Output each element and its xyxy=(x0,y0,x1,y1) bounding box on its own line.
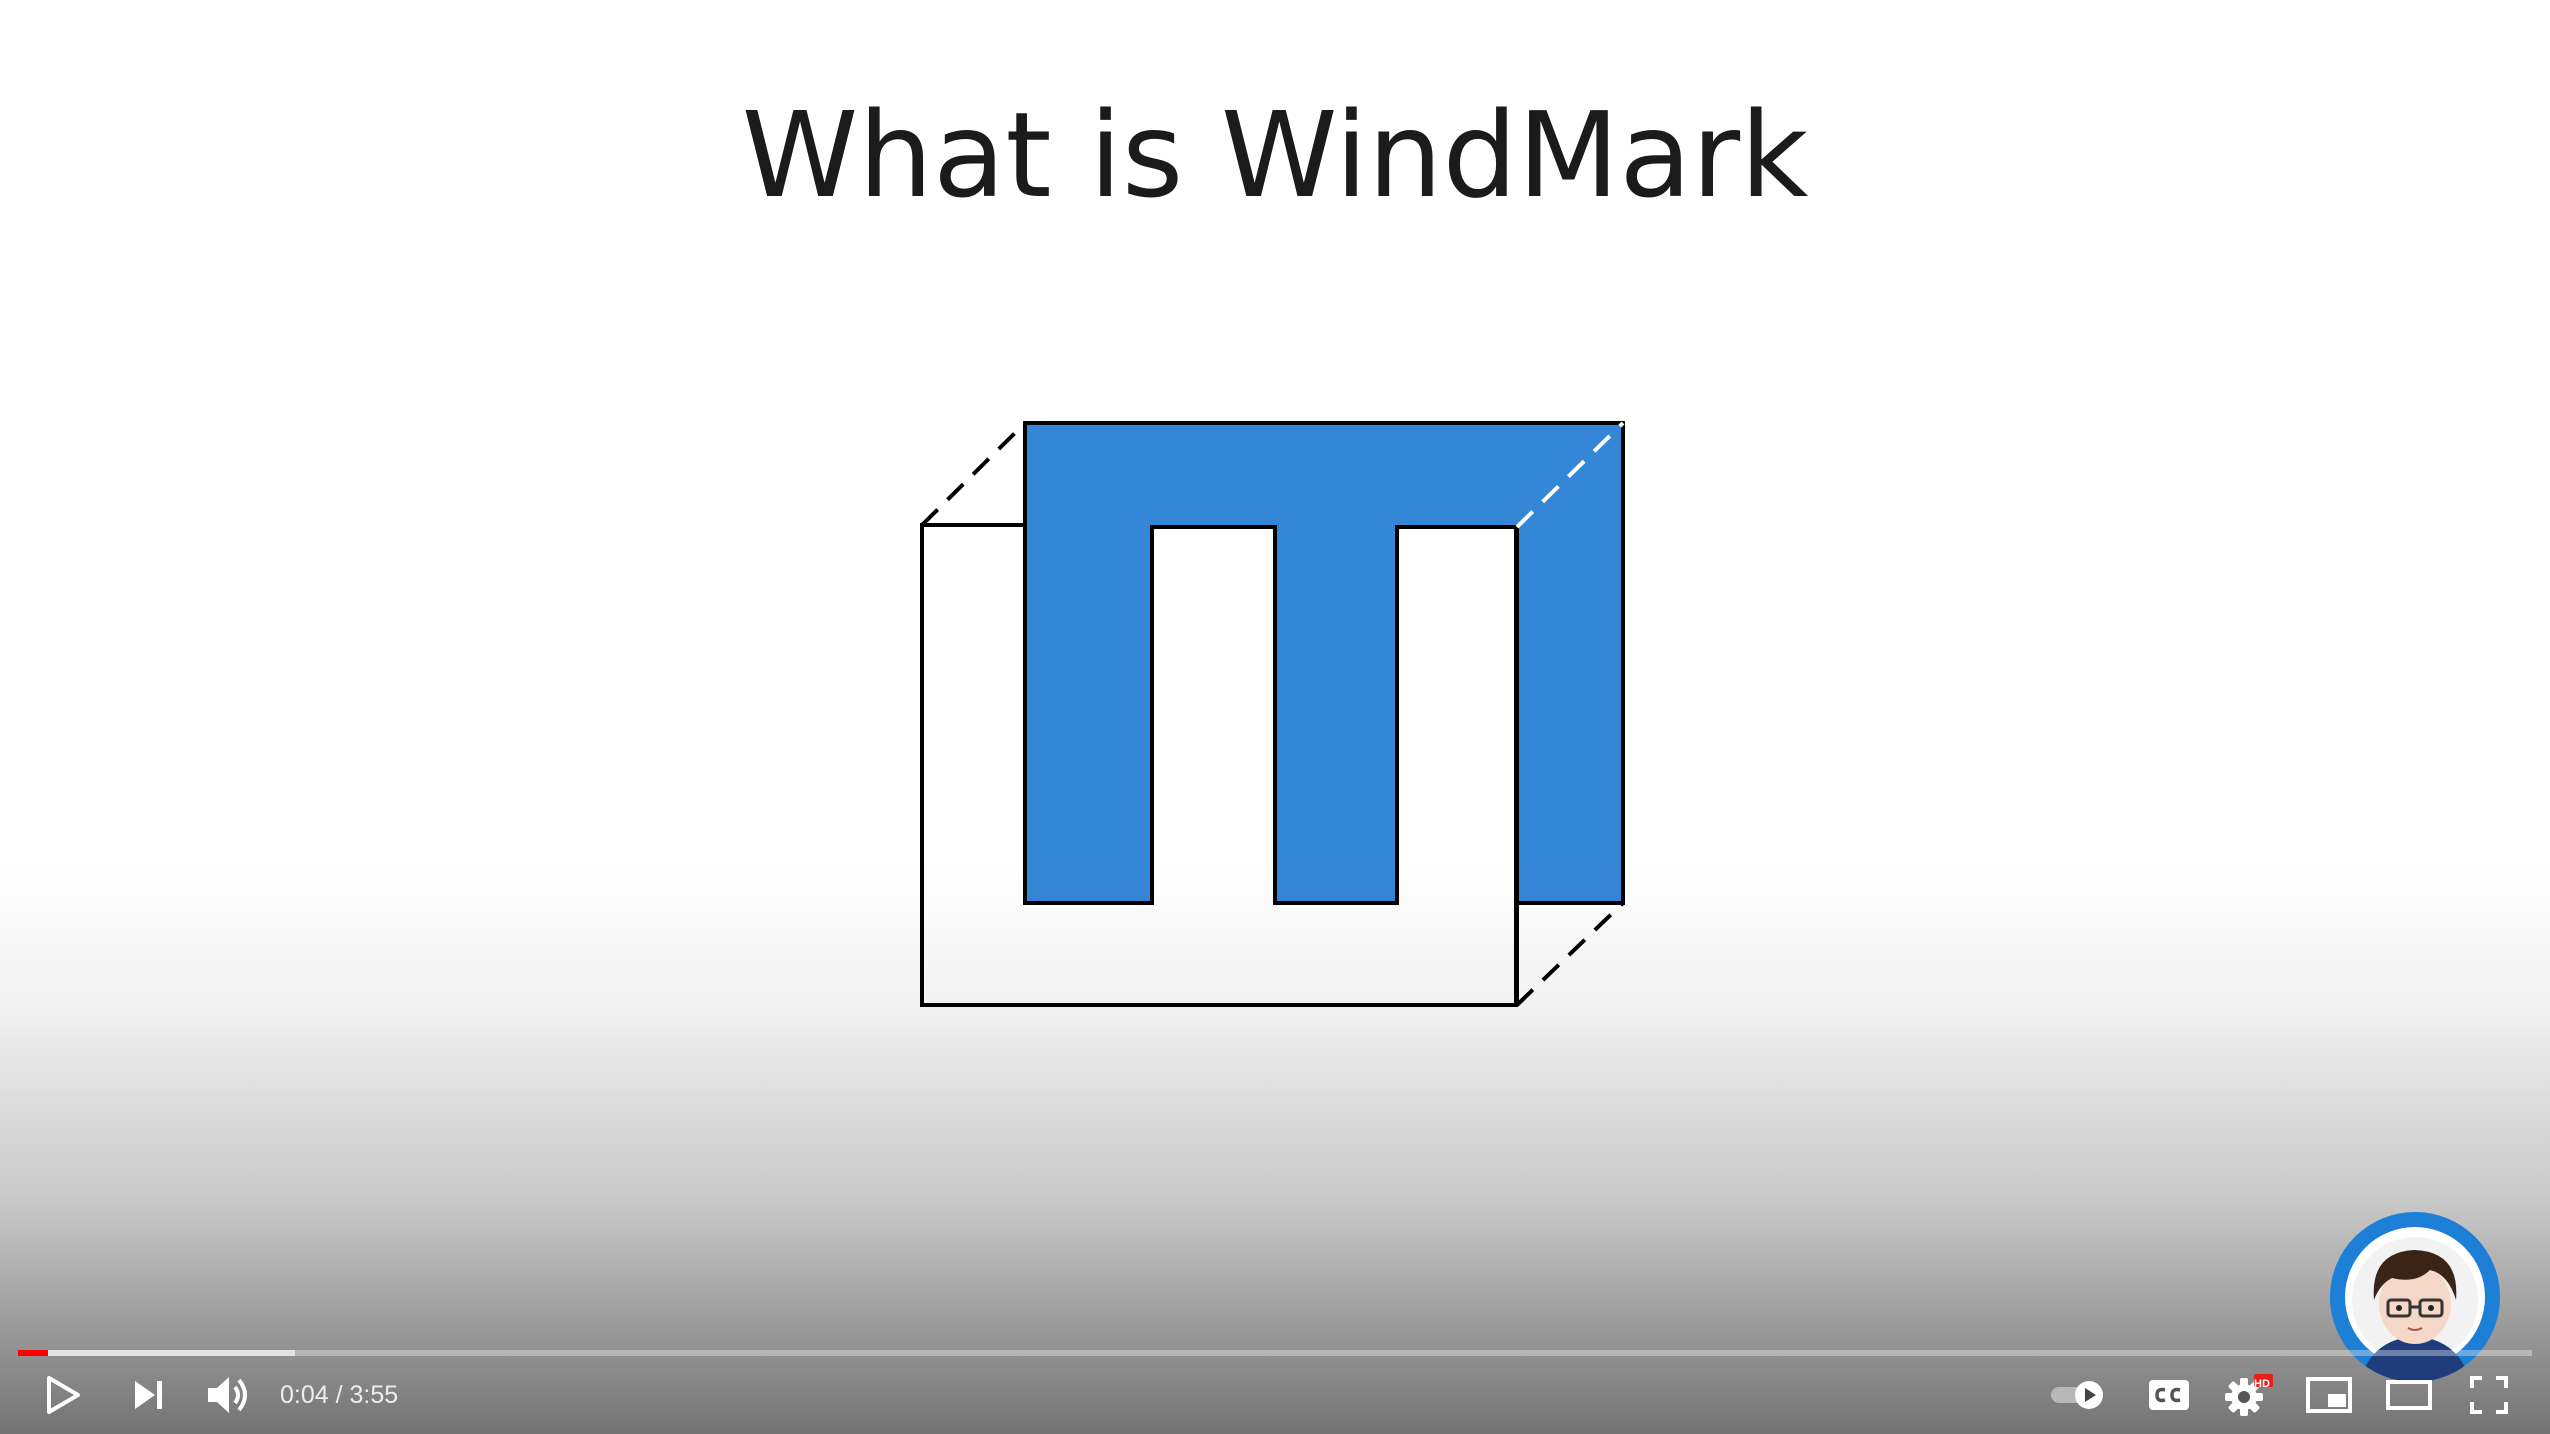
time-separator: / xyxy=(328,1380,350,1409)
duration: 3:55 xyxy=(349,1380,399,1409)
slide-title: What is WindMark xyxy=(741,86,1809,224)
fullscreen-button[interactable] xyxy=(2456,1356,2522,1434)
subtitles-button[interactable] xyxy=(2136,1356,2202,1434)
player-controls: 0:04 / 3:55 HD xyxy=(0,1356,2550,1434)
volume-button[interactable] xyxy=(196,1356,262,1434)
theater-mode-icon xyxy=(2386,1380,2432,1410)
time-display: 0:04 / 3:55 xyxy=(280,1356,398,1434)
miniplayer-button[interactable] xyxy=(2296,1356,2362,1434)
video-frame[interactable]: What is WindMark xyxy=(0,0,2550,1434)
video-player[interactable]: What is WindMark 0:04 / 3:55 HD xyxy=(0,0,2550,1434)
logo-depth-edge xyxy=(1515,901,1625,1007)
hd-badge: HD xyxy=(2254,1378,2270,1390)
settings-button[interactable]: HD xyxy=(2216,1356,2282,1434)
subtitles-icon xyxy=(2149,1380,2189,1410)
logo-back-face xyxy=(920,523,1518,1007)
autoplay-toggle-icon xyxy=(2051,1381,2103,1409)
volume-icon xyxy=(208,1377,247,1413)
next-icon xyxy=(135,1381,162,1409)
fullscreen-icon xyxy=(2470,1376,2508,1414)
play-button[interactable] xyxy=(30,1356,96,1434)
windmark-logo xyxy=(920,421,1625,1007)
current-time: 0:04 xyxy=(280,1380,329,1409)
logo-depth-edge xyxy=(920,421,1027,527)
miniplayer-icon xyxy=(2306,1377,2352,1413)
next-button[interactable] xyxy=(116,1356,182,1434)
autoplay-toggle[interactable] xyxy=(2046,1356,2112,1434)
theater-mode-button[interactable] xyxy=(2376,1356,2442,1434)
play-icon xyxy=(47,1376,80,1414)
logo-front-face xyxy=(1023,421,1625,905)
